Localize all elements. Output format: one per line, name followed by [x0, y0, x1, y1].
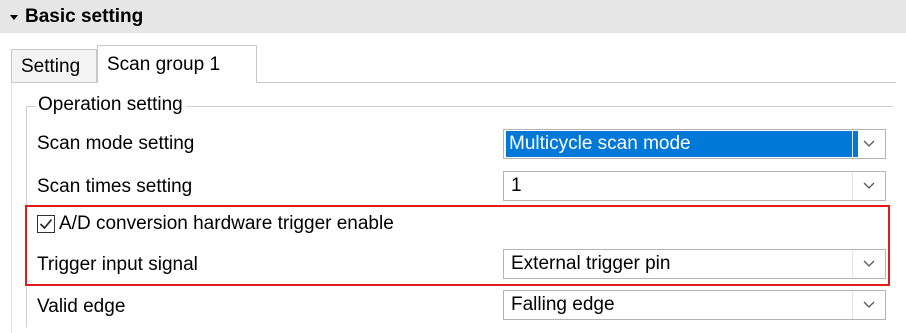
trigger-input-select[interactable]: External trigger pin [503, 249, 886, 279]
tab-setting[interactable]: Setting [11, 49, 97, 83]
hw-trigger-label: A/D conversion hardware trigger enable [59, 213, 394, 234]
scan-times-label: Scan times setting [37, 176, 193, 197]
basic-setting-header[interactable]: Basic setting [0, 0, 906, 33]
scan-times-select[interactable]: 1 [503, 171, 886, 201]
section-title: Basic setting [25, 5, 144, 27]
trigger-input-label: Trigger input signal [37, 254, 198, 275]
chevron-down-icon[interactable] [852, 130, 885, 158]
valid-edge-value: Falling edge [511, 294, 615, 315]
tab-scan-group-1[interactable]: Scan group 1 [97, 45, 257, 83]
scan-mode-select[interactable]: Multicycle scan mode [503, 129, 886, 159]
scan-mode-value: Multicycle scan mode [506, 131, 858, 157]
scan-mode-label: Scan mode setting [37, 133, 195, 154]
hw-trigger-checkbox[interactable] [37, 215, 55, 233]
valid-edge-select[interactable]: Falling edge [503, 290, 886, 320]
hw-trigger-row: A/D conversion hardware trigger enable [37, 213, 394, 235]
chevron-down-icon[interactable] [852, 291, 885, 319]
scan-times-value: 1 [511, 175, 522, 196]
group-label: Operation setting [36, 94, 186, 116]
trigger-input-value: External trigger pin [511, 253, 671, 274]
panel-border [11, 82, 12, 333]
chevron-down-icon[interactable] [852, 250, 885, 278]
chevron-down-icon[interactable] [852, 172, 885, 200]
valid-edge-label: Valid edge [37, 296, 126, 317]
caret-down-icon[interactable] [9, 12, 19, 22]
